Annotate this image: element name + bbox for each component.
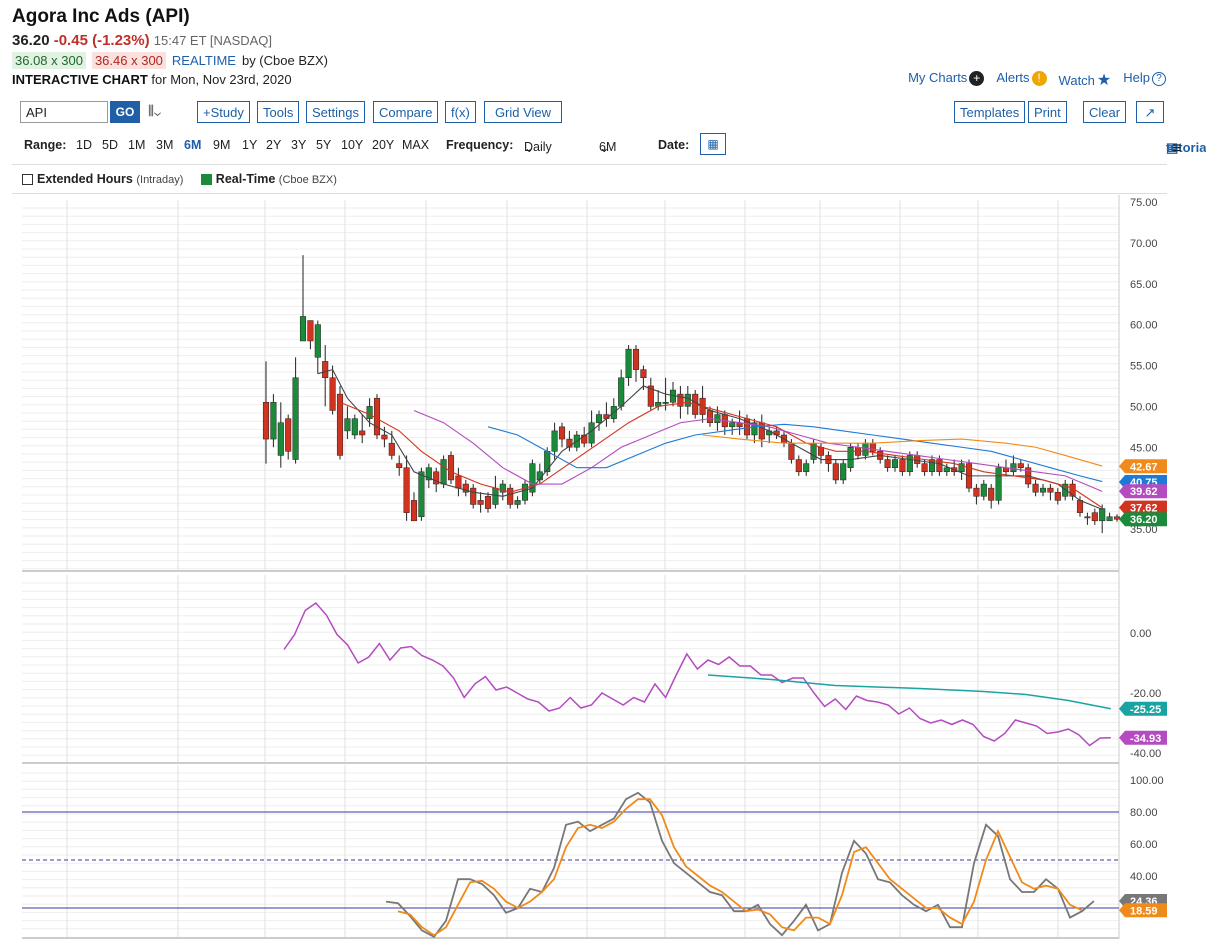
candle bbox=[632, 348, 640, 370]
y-tick-label: 40.00 bbox=[1130, 871, 1158, 883]
candle bbox=[470, 487, 477, 505]
y-tick-label: 70.00 bbox=[1130, 238, 1158, 250]
candle bbox=[1091, 512, 1098, 522]
y-tick-label: 50.00 bbox=[1130, 401, 1158, 413]
candle bbox=[729, 422, 736, 428]
candle bbox=[1054, 491, 1061, 501]
candle bbox=[921, 463, 928, 473]
candle bbox=[817, 447, 825, 456]
candle bbox=[891, 459, 899, 468]
candle bbox=[307, 320, 314, 342]
candle bbox=[477, 500, 484, 505]
candle bbox=[588, 422, 595, 444]
y-tick-label: 100.00 bbox=[1130, 775, 1164, 787]
value-tag-label: -25.25 bbox=[1130, 704, 1161, 716]
candle bbox=[795, 459, 802, 473]
candle bbox=[943, 467, 950, 473]
candle bbox=[344, 418, 351, 432]
candle bbox=[558, 426, 566, 440]
candle bbox=[351, 418, 358, 436]
candle bbox=[640, 369, 647, 379]
candle bbox=[1106, 516, 1113, 522]
candle bbox=[381, 434, 388, 440]
price-chart[interactable]: 75.00 70.00 65.00 60.00 55.00 50.00 45.00 40.00… bbox=[0, 0, 1206, 939]
candle bbox=[292, 377, 299, 460]
candle bbox=[618, 377, 625, 407]
candle bbox=[788, 442, 795, 460]
candle bbox=[262, 402, 270, 440]
candle bbox=[388, 442, 395, 456]
candle bbox=[270, 402, 277, 440]
candle bbox=[625, 348, 632, 379]
candle bbox=[914, 455, 921, 464]
candle bbox=[595, 414, 603, 423]
y-tick-label: -40.00 bbox=[1130, 748, 1161, 760]
candle bbox=[484, 496, 492, 509]
candle bbox=[551, 430, 558, 452]
candle bbox=[714, 414, 721, 423]
candle bbox=[899, 459, 906, 473]
candle bbox=[988, 487, 995, 501]
candle bbox=[329, 377, 336, 411]
value-tag-label: 18.59 bbox=[1130, 905, 1158, 917]
y-tick-label: -20.00 bbox=[1130, 688, 1161, 700]
candle bbox=[396, 463, 403, 468]
candle bbox=[277, 422, 284, 456]
y-tick-label: 80.00 bbox=[1130, 807, 1158, 819]
y-tick-label: 60.00 bbox=[1130, 839, 1158, 851]
candle bbox=[544, 451, 551, 473]
candle bbox=[973, 487, 980, 497]
candle bbox=[1032, 483, 1039, 493]
candle bbox=[410, 500, 418, 522]
candle bbox=[492, 487, 499, 505]
candle bbox=[847, 447, 854, 468]
y-tick-label: 75.00 bbox=[1130, 197, 1158, 209]
value-tag-label: 36.20 bbox=[1130, 514, 1158, 526]
candle bbox=[840, 463, 847, 481]
candle bbox=[980, 483, 987, 497]
candle bbox=[366, 406, 373, 419]
candle bbox=[662, 402, 669, 404]
chart-panel bbox=[22, 765, 1119, 937]
candle bbox=[285, 418, 292, 452]
y-tick-label: 65.00 bbox=[1130, 279, 1158, 291]
candle bbox=[1017, 463, 1024, 468]
candle bbox=[1047, 487, 1054, 493]
candle bbox=[373, 397, 381, 436]
candle bbox=[1039, 487, 1047, 493]
candle bbox=[1010, 463, 1017, 473]
candle bbox=[684, 393, 691, 407]
y-tick-label: 45.00 bbox=[1130, 442, 1158, 454]
candle bbox=[995, 467, 1002, 501]
candle bbox=[447, 455, 455, 481]
candle bbox=[403, 467, 410, 513]
candle bbox=[514, 500, 521, 505]
chart-panel bbox=[22, 200, 1119, 570]
candle bbox=[1113, 516, 1121, 520]
y-tick-label: 0.00 bbox=[1130, 628, 1151, 640]
candle bbox=[418, 471, 425, 517]
y-tick-label: 55.00 bbox=[1130, 361, 1158, 373]
candle bbox=[1076, 500, 1084, 513]
candle bbox=[884, 459, 891, 468]
candle bbox=[862, 442, 869, 456]
candle bbox=[521, 483, 529, 501]
candle bbox=[1084, 516, 1091, 519]
candle bbox=[359, 430, 366, 436]
value-tag-label: 42.67 bbox=[1130, 461, 1158, 473]
candle bbox=[455, 475, 462, 489]
candle bbox=[322, 361, 329, 379]
candle bbox=[832, 463, 839, 481]
value-tag-label: -34.93 bbox=[1130, 733, 1161, 745]
value-tag-label: 39.62 bbox=[1130, 486, 1158, 498]
candle bbox=[440, 459, 447, 485]
candle bbox=[1099, 508, 1106, 522]
candle bbox=[299, 316, 307, 342]
candle bbox=[314, 324, 321, 358]
candle bbox=[706, 410, 714, 423]
candle bbox=[507, 487, 514, 505]
y-tick-label: 60.00 bbox=[1130, 320, 1158, 332]
candle bbox=[803, 463, 810, 473]
chart-panel bbox=[22, 575, 1119, 762]
